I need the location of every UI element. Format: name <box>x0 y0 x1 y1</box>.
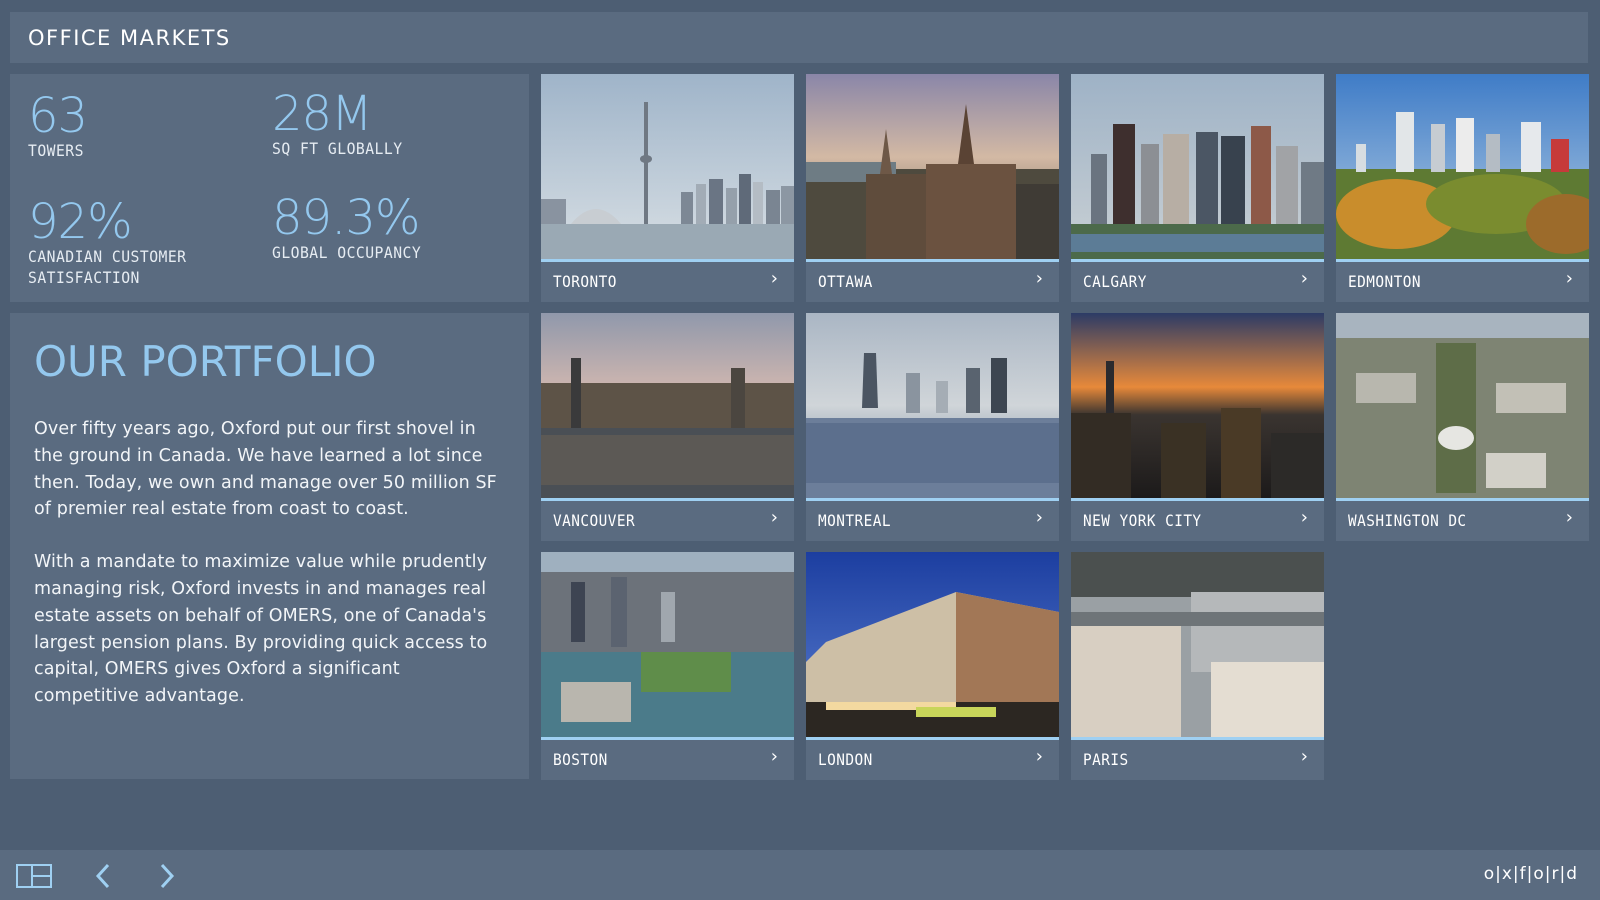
layout-icon[interactable] <box>16 864 52 892</box>
city-card-montreal[interactable]: MONTREAL › <box>806 313 1059 541</box>
stat-sqft: 28M SQ FT GLOBALLY <box>272 90 414 159</box>
card-accent-bar <box>1071 737 1324 740</box>
city-label: BOSTON <box>553 750 608 769</box>
card-accent-bar <box>1336 498 1589 501</box>
city-card-boston[interactable]: BOSTON › <box>541 552 794 780</box>
card-accent-bar <box>806 259 1059 262</box>
arrow-left-icon[interactable] <box>94 862 112 894</box>
stats-panel: 63 TOWERS 28M SQ FT GLOBALLY 92% CANADIA… <box>10 74 529 302</box>
city-card-new-york-city[interactable]: NEW YORK CITY › <box>1071 313 1324 541</box>
city-photo-edmonton <box>1336 74 1589 259</box>
card-accent-bar <box>806 498 1059 501</box>
chevron-right-icon: › <box>1565 507 1573 528</box>
card-accent-bar <box>541 259 794 262</box>
card-accent-bar <box>541 737 794 740</box>
city-photo-new-york-city <box>1071 313 1324 498</box>
card-accent-bar <box>541 498 794 501</box>
card-accent-bar <box>1071 259 1324 262</box>
stat-value: 89.3% <box>272 190 420 246</box>
chevron-right-icon: › <box>1035 746 1043 767</box>
city-label: EDMONTON <box>1348 272 1421 291</box>
stat-occupancy: 89.3% GLOBAL OCCUPANCY <box>272 194 434 263</box>
stat-label: GLOBAL OCCUPANCY <box>272 243 422 262</box>
stat-label-line1: CANADIAN CUSTOMER <box>28 247 187 266</box>
city-label: MONTREAL <box>818 511 891 530</box>
chevron-right-icon: › <box>1300 268 1308 289</box>
city-grid: TORONTO › OTTAWA › CALGARY › EDMONTON › … <box>541 74 1589 780</box>
city-photo-calgary <box>1071 74 1324 259</box>
city-photo-montreal <box>806 313 1059 498</box>
city-photo-ottawa <box>806 74 1059 259</box>
portfolio-paragraph: Over fifty years ago, Oxford put our fir… <box>34 419 497 520</box>
chevron-right-icon: › <box>1300 507 1308 528</box>
chevron-right-icon: › <box>1035 507 1043 528</box>
card-accent-bar <box>806 737 1059 740</box>
header: OFFICE MARKETS <box>10 12 1588 63</box>
city-label: PARIS <box>1083 750 1129 769</box>
stat-towers: 63 TOWERS <box>28 92 89 161</box>
app: OFFICE MARKETS 63 TOWERS 28M SQ FT GLOBA… <box>0 0 1600 900</box>
city-photo-boston <box>541 552 794 737</box>
stat-satisfaction: 92% CANADIAN CUSTOMER SATISFACTION <box>28 198 200 288</box>
city-label: NEW YORK CITY <box>1083 511 1202 530</box>
chevron-right-icon: › <box>770 746 778 767</box>
city-card-london[interactable]: LONDON › <box>806 552 1059 780</box>
stat-label-line2: SATISFACTION <box>28 268 140 287</box>
city-photo-paris <box>1071 552 1324 737</box>
city-card-toronto[interactable]: TORONTO › <box>541 74 794 302</box>
portfolio-panel: OUR PORTFOLIO Over fifty years ago, Oxfo… <box>10 313 529 779</box>
city-card-paris[interactable]: PARIS › <box>1071 552 1324 780</box>
card-accent-bar <box>1336 259 1589 262</box>
city-card-vancouver[interactable]: VANCOUVER › <box>541 313 794 541</box>
page-title: OFFICE MARKETS <box>28 25 231 50</box>
city-photo-washington-dc <box>1336 313 1589 498</box>
city-photo-london <box>806 552 1059 737</box>
city-label: CALGARY <box>1083 272 1147 291</box>
arrow-right-icon[interactable] <box>158 862 176 894</box>
portfolio-paragraph: With a mandate to maximize value while p… <box>34 552 488 707</box>
chevron-right-icon: › <box>770 507 778 528</box>
chevron-right-icon: › <box>1035 268 1043 289</box>
city-card-calgary[interactable]: CALGARY › <box>1071 74 1324 302</box>
city-label: WASHINGTON DC <box>1348 511 1467 530</box>
stat-value: 92% <box>28 194 133 250</box>
city-card-ottawa[interactable]: OTTAWA › <box>806 74 1059 302</box>
city-card-edmonton[interactable]: EDMONTON › <box>1336 74 1589 302</box>
portfolio-title: OUR PORTFOLIO <box>34 337 377 386</box>
city-label: VANCOUVER <box>553 511 636 530</box>
city-label: TORONTO <box>553 272 617 291</box>
city-label: OTTAWA <box>818 272 873 291</box>
chevron-right-icon: › <box>770 268 778 289</box>
stat-label: TOWERS <box>28 141 84 160</box>
city-label: LONDON <box>818 750 873 769</box>
chevron-right-icon: › <box>1565 268 1573 289</box>
footer: o|x|f|o|r|d <box>0 850 1600 900</box>
oxford-logo: o|x|f|o|r|d <box>1483 864 1578 884</box>
stat-label: SQ FT GLOBALLY <box>272 139 403 158</box>
card-accent-bar <box>1071 498 1324 501</box>
city-photo-toronto <box>541 74 794 259</box>
stat-value: 28M <box>272 86 372 142</box>
city-card-washington-dc[interactable]: WASHINGTON DC › <box>1336 313 1589 541</box>
stat-value: 63 <box>28 88 88 144</box>
city-photo-vancouver <box>541 313 794 498</box>
chevron-right-icon: › <box>1300 746 1308 767</box>
